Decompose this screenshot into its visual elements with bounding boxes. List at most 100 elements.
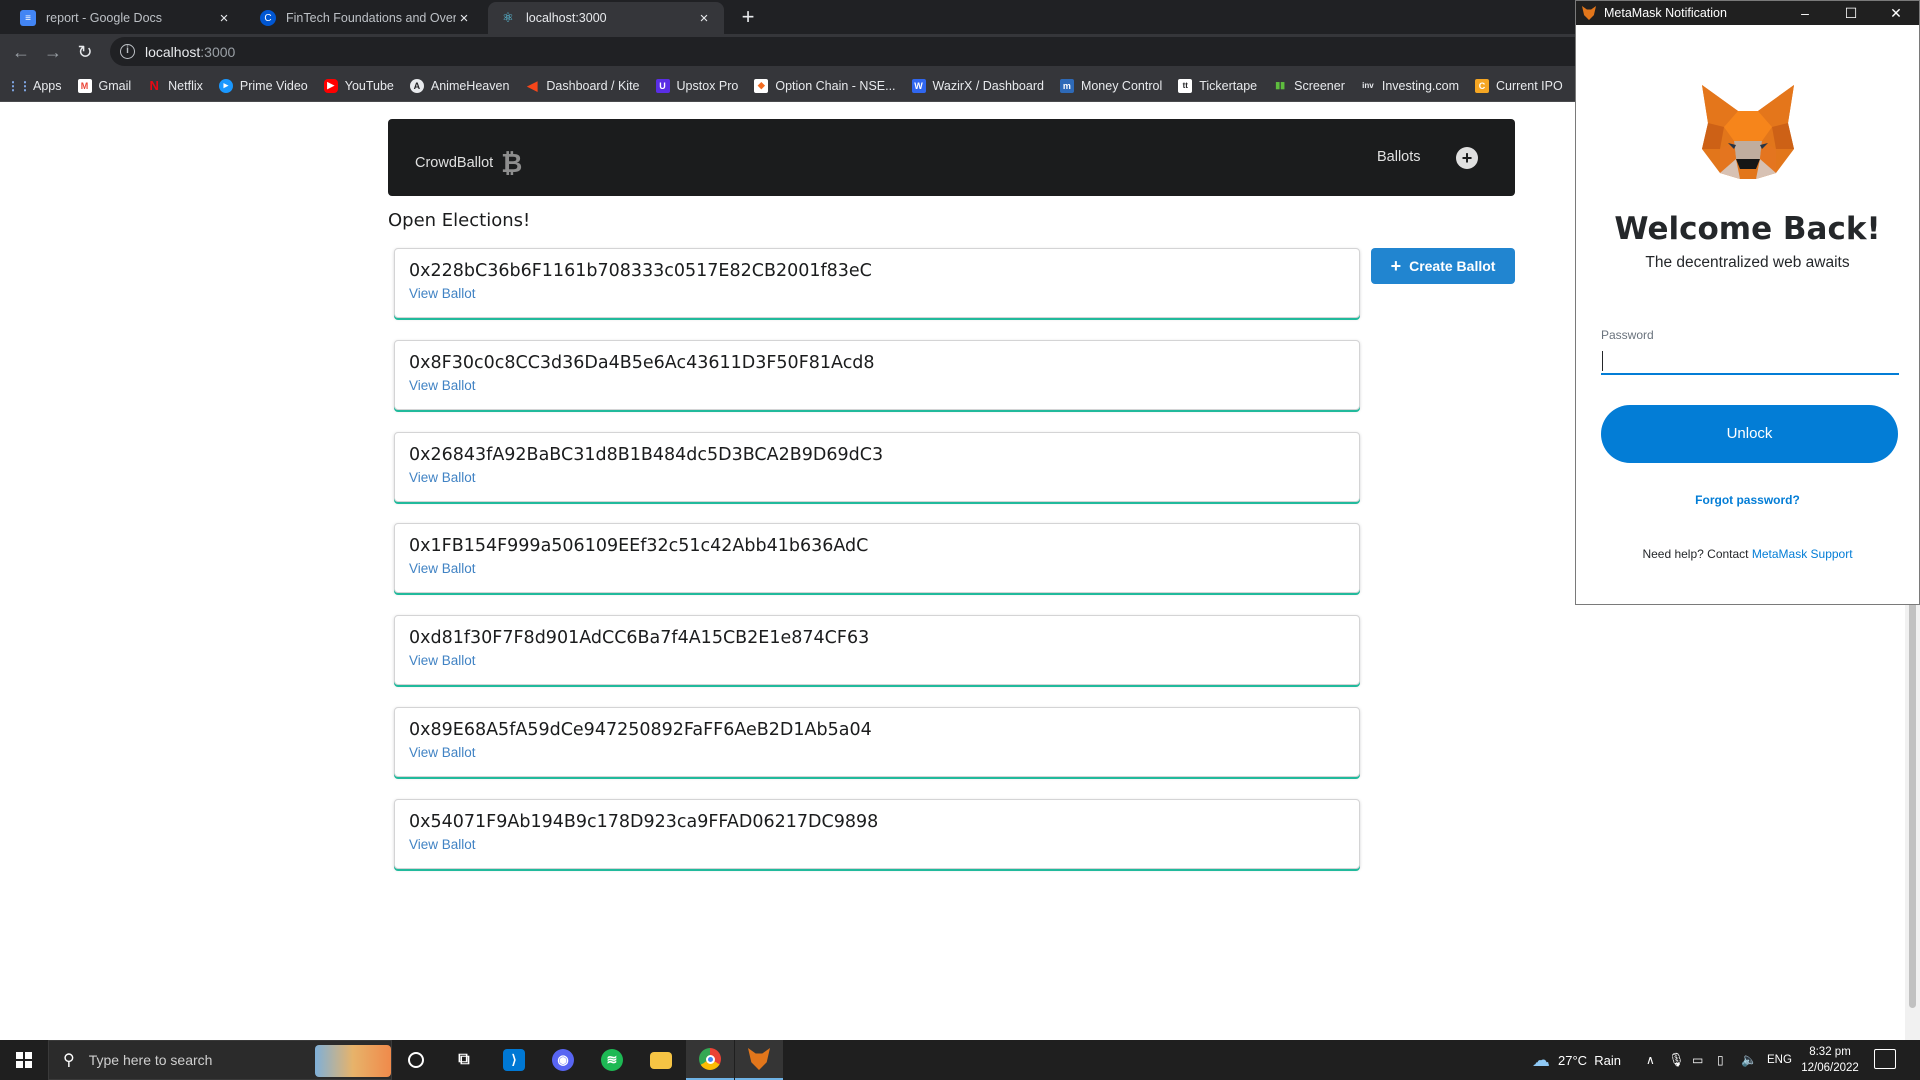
metamask-support-link[interactable]: MetaMask Support [1752, 547, 1853, 561]
bookmark-screener[interactable]: ▮▮ Screener [1273, 79, 1345, 93]
back-arrow-icon[interactable]: ← [9, 40, 33, 64]
add-circle-icon[interactable]: + [1456, 147, 1478, 169]
forgot-password-link[interactable]: Forgot password? [1576, 493, 1919, 507]
chevron-up-icon: ∧ [1646, 1053, 1655, 1067]
bookmark-tickertape[interactable]: tt Tickertape [1178, 78, 1258, 93]
nse-icon: ◆ [754, 78, 769, 93]
view-ballot-link[interactable]: View Ballot [409, 653, 476, 668]
close-icon[interactable]: × [216, 10, 232, 27]
spotify-taskbar-button[interactable]: ≋ [588, 1040, 636, 1080]
taskbar-search-box[interactable]: ⚲ Type here to search [48, 1040, 392, 1080]
bookmark-netflix[interactable]: N Netflix [147, 78, 203, 93]
password-input[interactable] [1601, 347, 1899, 375]
bookmark-kite[interactable]: ◀ Dashboard / Kite [525, 78, 640, 93]
bookmark-youtube[interactable]: ▶ YouTube [323, 78, 394, 93]
url-host: localhost [145, 43, 201, 60]
bookmark-apps[interactable]: ⋮⋮ Apps [7, 78, 62, 93]
prime-video-icon: ▸ [218, 78, 233, 93]
bookmark-label: AnimeHeaven [430, 78, 510, 93]
task-view-button[interactable]: ⧉ [440, 1040, 488, 1080]
reload-icon[interactable]: ↻ [73, 40, 97, 64]
bookmark-upstox[interactable]: U Upstox Pro [655, 78, 738, 93]
microphone-icon[interactable]: 🎙 [1668, 1040, 1685, 1080]
bitcoin-icon: ₿ [501, 148, 523, 178]
welcome-subtitle: The decentralized web awaits [1645, 254, 1850, 271]
tab-google-docs[interactable]: ≡ report - Google Docs × [8, 2, 244, 34]
bookmark-option-chain[interactable]: ◆ Option Chain - NSE... [754, 78, 896, 93]
volume-icon[interactable]: 🔈 [1741, 1040, 1757, 1080]
url-port: :3000 [200, 43, 236, 60]
gmail-icon: M [77, 78, 92, 93]
vscode-icon: ⟩ [503, 1049, 525, 1071]
coursera-icon: C [260, 10, 276, 26]
text-caret [1602, 351, 1603, 371]
taskbar-clock[interactable]: 8:32 pm 12/06/2022 [1790, 1044, 1870, 1076]
new-tab-button[interactable]: + [735, 5, 761, 31]
weather-text: 27°C Rain [1558, 1052, 1622, 1068]
view-ballot-link[interactable]: View Ballot [409, 470, 476, 485]
password-label: Password [1601, 328, 1654, 342]
view-ballot-link[interactable]: View Ballot [409, 286, 476, 301]
discord-icon: ◉ [552, 1049, 574, 1071]
close-icon[interactable]: ✕ [1876, 1, 1916, 25]
windows-logo-icon [16, 1052, 32, 1068]
ballot-card: 0x89E68A5fA59dCe947250892FaFF6AeB2D1Ab5a… [394, 707, 1360, 777]
close-icon[interactable]: × [456, 10, 472, 27]
metamask-taskbar-button[interactable] [735, 1040, 783, 1080]
apps-grid-icon: ⋮⋮ [7, 78, 31, 93]
clock-time: 8:32 pm [1809, 1046, 1851, 1058]
unlock-button[interactable]: Unlock [1601, 405, 1898, 463]
bookmark-label: Netflix [168, 78, 203, 93]
view-ballot-link[interactable]: View Ballot [409, 837, 476, 852]
bookmark-money-control[interactable]: m Money Control [1059, 78, 1163, 93]
maximize-icon[interactable]: ☐ [1831, 1, 1871, 25]
show-hidden-icons[interactable]: ∧ [1646, 1040, 1655, 1080]
cortana-button[interactable] [392, 1040, 440, 1080]
brand-link[interactable]: CrowdBallot ₿ [415, 149, 523, 177]
chrome-taskbar-button[interactable] [686, 1040, 734, 1080]
forward-arrow-icon[interactable]: → [41, 40, 65, 64]
bookmark-label: Money Control [1080, 78, 1163, 93]
create-ballot-button[interactable]: + Create Ballot [1371, 248, 1515, 284]
close-icon[interactable]: × [696, 10, 712, 27]
minimize-icon[interactable]: – [1785, 1, 1825, 25]
weather-widget[interactable]: ☁ 27°C Rain [1532, 1040, 1621, 1080]
bookmark-investing[interactable]: inv Investing.com [1361, 79, 1459, 93]
ballot-address: 0x228bC36b6F1161b708333c0517E82CB2001f83… [409, 261, 872, 281]
animeheaven-icon: A [409, 78, 424, 93]
notifications-icon[interactable] [1874, 1049, 1896, 1069]
nav-ballots-link[interactable]: Ballots [1377, 149, 1421, 165]
bookmark-prime-video[interactable]: ▸ Prime Video [218, 78, 308, 93]
view-ballot-link[interactable]: View Ballot [409, 561, 476, 576]
bookmark-wazirx[interactable]: W WazirX / Dashboard [911, 78, 1044, 93]
bookmark-label: Tickertape [1199, 78, 1258, 93]
battery-icon[interactable]: ▯ [1717, 1040, 1724, 1080]
bookmark-current-ipo[interactable]: C Current IPO [1475, 78, 1563, 93]
tab-title: FinTech Foundations and Overvie [286, 11, 456, 25]
bookmark-label: YouTube [344, 78, 394, 93]
folder-icon [650, 1051, 672, 1069]
bookmark-label: Gmail [98, 78, 132, 93]
language-indicator[interactable]: ENG [1767, 1040, 1792, 1080]
tab-fintech[interactable]: C FinTech Foundations and Overvie × [248, 2, 484, 34]
ballot-address: 0x26843fA92BaBC31d8B1B484dc5D3BCA2B9D69d… [409, 445, 884, 465]
bookmark-animeheaven[interactable]: A AnimeHeaven [409, 78, 510, 93]
ballot-card: 0x1FB154F999a506109EEf32c51c42Abb41b636A… [394, 523, 1360, 593]
file-explorer-taskbar-button[interactable] [637, 1040, 685, 1080]
view-ballot-link[interactable]: View Ballot [409, 745, 476, 760]
tab-localhost[interactable]: ⚛ localhost:3000 × [488, 2, 724, 34]
discord-taskbar-button[interactable]: ◉ [539, 1040, 587, 1080]
bookmark-label: Dashboard / Kite [546, 78, 640, 93]
welcome-heading: Welcome Back! [1614, 211, 1881, 247]
window-title: MetaMask Notification [1604, 6, 1727, 20]
metamask-titlebar: MetaMask Notification – ☐ ✕ [1576, 1, 1919, 25]
moneycontrol-icon: m [1059, 78, 1074, 93]
info-icon[interactable]: i [120, 44, 135, 59]
vscode-taskbar-button[interactable]: ⟩ [490, 1040, 538, 1080]
view-ballot-link[interactable]: View Ballot [409, 378, 476, 393]
network-icon[interactable]: ▭ [1692, 1040, 1703, 1080]
bookmark-gmail[interactable]: M Gmail [77, 78, 132, 93]
start-button[interactable] [0, 1040, 48, 1080]
bookmark-label: Prime Video [239, 78, 308, 93]
bookmark-label: WazirX / Dashboard [932, 78, 1044, 93]
